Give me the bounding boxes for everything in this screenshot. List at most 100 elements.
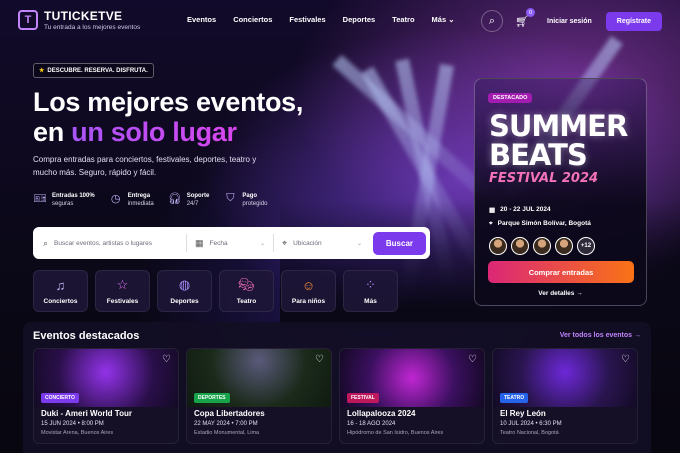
logo-icon: T — [18, 10, 38, 30]
nav-item-conciertos[interactable]: Conciertos — [233, 15, 272, 24]
category-label: Más — [364, 298, 377, 305]
nav-item-mas-label: Más — [431, 15, 447, 24]
heart-icon[interactable]: ♡ — [315, 354, 324, 365]
arrow-right-icon: → — [634, 332, 641, 339]
featured-events-section: Eventos destacados Ver todos los eventos… — [23, 322, 651, 453]
section-title: Eventos destacados — [33, 330, 140, 342]
feature-title: Entrega — [127, 193, 151, 199]
nav-actions: ⌕ 🛒︎ 0 Iniciar sesión Regístrate — [481, 8, 662, 32]
nav-item-teatro[interactable]: Teatro — [392, 15, 414, 24]
event-card[interactable]: ♡ FESTIVAL Lollapalooza 2024 16 - 18 AGO… — [339, 348, 485, 444]
ticket-icon: 🎫︎ — [33, 193, 47, 205]
category-teatro[interactable]: 🎭︎ Teatro — [219, 270, 274, 312]
event-venue: Estadio Monumental, Lima — [194, 430, 260, 436]
grid-icon: ⁘ — [365, 277, 376, 292]
event-date: 10 JUL 2024 • 6:30 PM — [500, 421, 562, 427]
category-mas[interactable]: ⁘ Más — [343, 270, 398, 312]
category-conciertos[interactable]: ♫ Conciertos — [33, 270, 88, 312]
nav-item-deportes[interactable]: Deportes — [343, 15, 376, 24]
shield-icon: ⛉ — [226, 192, 235, 204]
category-label: Para niños — [291, 297, 326, 305]
featured-venue-text: Parque Simón Bolívar, Bogotá — [497, 220, 591, 227]
view-details-link[interactable]: Ver detalles → — [475, 290, 646, 297]
event-card[interactable]: ♡ DEPORTES Copa Libertadores 22 MAY 2024… — [186, 348, 332, 444]
location-field[interactable]: ⌖ Ubicación ⌄ — [282, 233, 362, 253]
location-pin-icon: ⌖ — [282, 237, 288, 248]
feature-sub: 24/7 — [186, 201, 199, 207]
date-field[interactable]: ▦ Fecha ⌄ — [195, 233, 265, 253]
date-placeholder: Fecha — [209, 239, 228, 247]
featured-date-text: 20 - 22 JUL 2024 — [500, 206, 551, 213]
top-nav: T TUTICKETVE Tu entrada a los mejores ev… — [0, 0, 680, 40]
event-name: El Rey León — [500, 409, 546, 418]
heart-icon[interactable]: ♡ — [468, 354, 477, 365]
star-icon: ★ — [39, 68, 45, 74]
clock-icon: ◷ — [110, 193, 121, 205]
search-icon: ⌕ — [43, 237, 49, 248]
heart-icon[interactable]: ♡ — [162, 354, 171, 365]
hero-title-line1: Los mejores eventos, — [33, 87, 304, 117]
search-input[interactable]: ⌕ Buscar eventos, artistas o lugares — [43, 233, 178, 253]
smile-icon: ☺ — [301, 277, 316, 293]
category-festivales[interactable]: ☆ Festivales — [95, 270, 150, 312]
chevron-down-icon: ⌄ — [356, 240, 362, 247]
event-name: Lollapalooza 2024 — [347, 409, 416, 418]
see-all-link[interactable]: Ver todos los eventos → — [560, 332, 641, 339]
event-card[interactable]: ♡ CONCIERTO Duki - Ameri World Tour 15 J… — [33, 348, 179, 444]
category-label: Teatro — [236, 298, 257, 305]
nav-item-mas[interactable]: Más ⌄ — [432, 15, 455, 24]
view-details-label: Ver detalles — [538, 290, 575, 297]
avatar — [511, 237, 529, 255]
feature-list: 🎫︎ Entradas 100% seguras ◷ Entrega inmediata… — [33, 192, 267, 208]
category-label: Conciertos — [43, 297, 78, 305]
nav-item-festivales[interactable]: Festivales — [289, 15, 325, 24]
divider — [186, 234, 187, 252]
featured-title: SUMMER BEATS — [489, 112, 628, 170]
calendar-icon: ▦ — [195, 237, 204, 248]
feature-sub: inmediata — [127, 201, 154, 207]
feature-item: 🎧︎ Soporte 24/7 — [168, 192, 210, 208]
event-date: 16 - 18 AGO 2024 — [347, 421, 396, 427]
featured-date: ▦ 20 - 22 JUL 2024 — [489, 206, 551, 214]
search-icon[interactable]: ⌕ — [481, 10, 504, 32]
featured-badge: DESTACADO — [488, 93, 533, 103]
heart-icon[interactable]: ♡ — [621, 354, 630, 365]
search-button[interactable]: Buscar — [372, 231, 426, 255]
avatar — [489, 237, 507, 255]
calendar-icon: ▦ — [489, 207, 496, 214]
hero-pill-text: DESCUBRE. RESERVA. DISFRUTA. — [47, 68, 148, 74]
location-pin-icon: ⌖ — [489, 220, 493, 227]
avatar — [533, 237, 551, 255]
feature-title: Pago — [242, 193, 258, 199]
hero-title-highlight: un solo lugar — [71, 117, 237, 147]
event-name: Copa Libertadores — [194, 409, 265, 418]
nav-item-eventos[interactable]: Eventos — [187, 15, 216, 24]
event-venue: Teatro Nacional, Bogotá — [500, 430, 559, 436]
feature-item: 🎫︎ Entradas 100% seguras — [33, 192, 95, 208]
category-para-ninos[interactable]: ☺ Para niños — [281, 270, 336, 312]
cart-button[interactable]: 🛒︎ 0 — [511, 8, 536, 32]
attendee-avatars: +12 — [489, 237, 595, 255]
logo[interactable]: T TUTICKETVE Tu entrada a los mejores ev… — [18, 9, 140, 31]
chevron-down-icon: ⌄ — [259, 240, 265, 247]
featured-subtitle: FESTIVAL 2024 — [489, 171, 599, 186]
hero-title: Los mejores eventos, en un solo lugar — [33, 87, 303, 147]
feature-sub: protegido — [242, 201, 268, 207]
main-menu: Eventos Conciertos Festivales Deportes T… — [187, 15, 455, 24]
chevron-down-icon: ⌄ — [448, 15, 455, 24]
category-deportes[interactable]: ◍ Deportes — [157, 270, 212, 312]
category-label: Festivales — [106, 298, 139, 305]
arrow-right-icon: → — [576, 290, 583, 297]
event-date: 22 MAY 2024 • 7:00 PM — [194, 421, 258, 427]
music-note-icon: ♫ — [55, 277, 66, 293]
divider — [273, 234, 274, 252]
category-label: Deportes — [170, 298, 199, 305]
see-all-label: Ver todos los eventos — [559, 332, 633, 339]
login-link[interactable]: Iniciar sesión — [547, 18, 592, 25]
cart-icon: 🛒︎ — [515, 15, 529, 28]
headset-icon: 🎧︎ — [167, 193, 182, 205]
event-card[interactable]: ♡ TEATRO El Rey León 10 JUL 2024 • 6:30 … — [492, 348, 638, 444]
cart-count-badge: 0 — [526, 8, 536, 17]
buy-tickets-button[interactable]: Comprar entradas — [488, 261, 634, 283]
register-button[interactable]: Regístrate — [605, 11, 662, 31]
